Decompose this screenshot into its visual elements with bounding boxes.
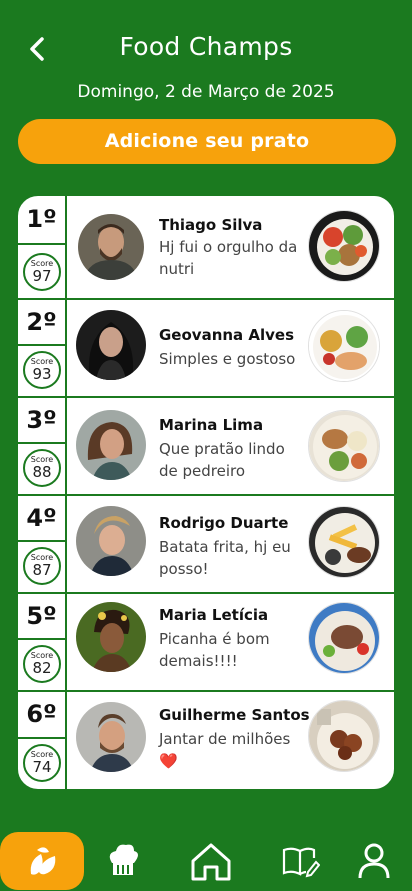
user-name: Guilherme Santos (159, 706, 310, 724)
score-badge: Score 97 (23, 253, 61, 291)
leaf-icon (30, 847, 56, 875)
avatar[interactable] (76, 602, 146, 672)
score-badge: Score 88 (23, 449, 61, 487)
score-badge: Score 87 (23, 547, 61, 585)
dish-photo[interactable] (308, 700, 380, 772)
dish-photo[interactable] (308, 310, 380, 382)
dish-comment: Jantar de milhões ❤️ (159, 730, 291, 770)
add-dish-button[interactable]: Adicione seu prato (18, 119, 396, 164)
ranking-row[interactable]: 1º Score 97 Thiago Silva Hj fui o orgulh… (18, 196, 394, 300)
avatar[interactable] (76, 506, 146, 576)
score-value: 88 (32, 463, 52, 481)
nav-item-book[interactable] (278, 832, 322, 890)
user-name: Thiago Silva (159, 216, 263, 234)
avatar[interactable] (76, 702, 146, 772)
avatar[interactable] (76, 310, 146, 380)
rank-position: 6º (18, 692, 65, 739)
ranking-list: 1º Score 97 Thiago Silva Hj fui o orgulh… (16, 194, 396, 791)
score-badge: Score 82 (23, 645, 61, 683)
score-value: 93 (32, 365, 52, 383)
nav-item-home[interactable] (186, 832, 236, 890)
user-icon (358, 843, 390, 879)
home-icon (191, 843, 231, 881)
ranking-row[interactable]: 5º Score 82 Maria Letícia Picanha é bom … (18, 594, 394, 692)
dish-comment: Batata frita, hj eu posso! (159, 538, 291, 578)
rank-column: 2º Score 93 (18, 300, 67, 396)
chef-hat-icon (109, 844, 138, 875)
rank-position: 4º (18, 496, 65, 543)
rank-position: 5º (18, 594, 65, 641)
nav-item-chef[interactable] (100, 832, 146, 890)
dish-photo[interactable] (308, 410, 380, 482)
ranking-row[interactable]: 2º Score 93 Geovanna Alves Simples e gos… (18, 300, 394, 398)
dish-photo[interactable] (308, 506, 380, 578)
score-value: 97 (32, 267, 52, 285)
ranking-row[interactable]: 3º Score 88 Marina Lima Que pratão lindo… (18, 398, 394, 496)
score-value: 82 (32, 659, 52, 677)
nav-item-leaf[interactable] (0, 832, 84, 890)
dish-photo[interactable] (308, 602, 380, 674)
score-value: 74 (32, 758, 52, 776)
dish-comment: Simples e gostoso (159, 350, 296, 368)
score-badge: Score 93 (23, 351, 61, 389)
bottom-navigation (0, 826, 412, 891)
rank-column: 4º Score 87 (18, 496, 67, 592)
dish-comment: Hj fui o orgulho da nutri (159, 238, 298, 278)
current-date: Domingo, 2 de Março de 2025 (77, 82, 335, 102)
book-icon (282, 847, 320, 878)
rank-position: 3º (18, 398, 65, 445)
page-title: Food Champs (119, 32, 293, 61)
rank-column: 5º Score 82 (18, 594, 67, 690)
nav-item-profile[interactable] (352, 832, 396, 890)
dish-comment: Picanha é bom demais!!!! (159, 630, 270, 670)
user-name: Rodrigo Duarte (159, 514, 289, 532)
rank-column: 6º Score 74 (18, 692, 67, 789)
avatar[interactable] (76, 410, 146, 480)
user-name: Marina Lima (159, 416, 264, 434)
rank-position: 2º (18, 300, 65, 347)
dish-comment: Que pratão lindo de pedreiro (159, 440, 285, 480)
rank-column: 3º Score 88 (18, 398, 67, 494)
ranking-row[interactable]: 4º Score 87 Rodrigo Duarte Batata frita,… (18, 496, 394, 594)
user-name: Maria Letícia (159, 606, 269, 624)
score-value: 87 (32, 561, 52, 579)
rank-position: 1º (18, 196, 65, 245)
user-name: Geovanna Alves (159, 326, 295, 344)
rank-column: 1º Score 97 (18, 196, 67, 298)
app-header: Food Champs Domingo, 2 de Março de 2025 (0, 0, 412, 110)
avatar[interactable] (78, 214, 144, 280)
dish-photo[interactable] (308, 210, 380, 282)
ranking-row[interactable]: 6º Score 74 Guilherme Santos Jantar de m… (18, 692, 394, 789)
score-badge: Score 74 (23, 744, 61, 782)
